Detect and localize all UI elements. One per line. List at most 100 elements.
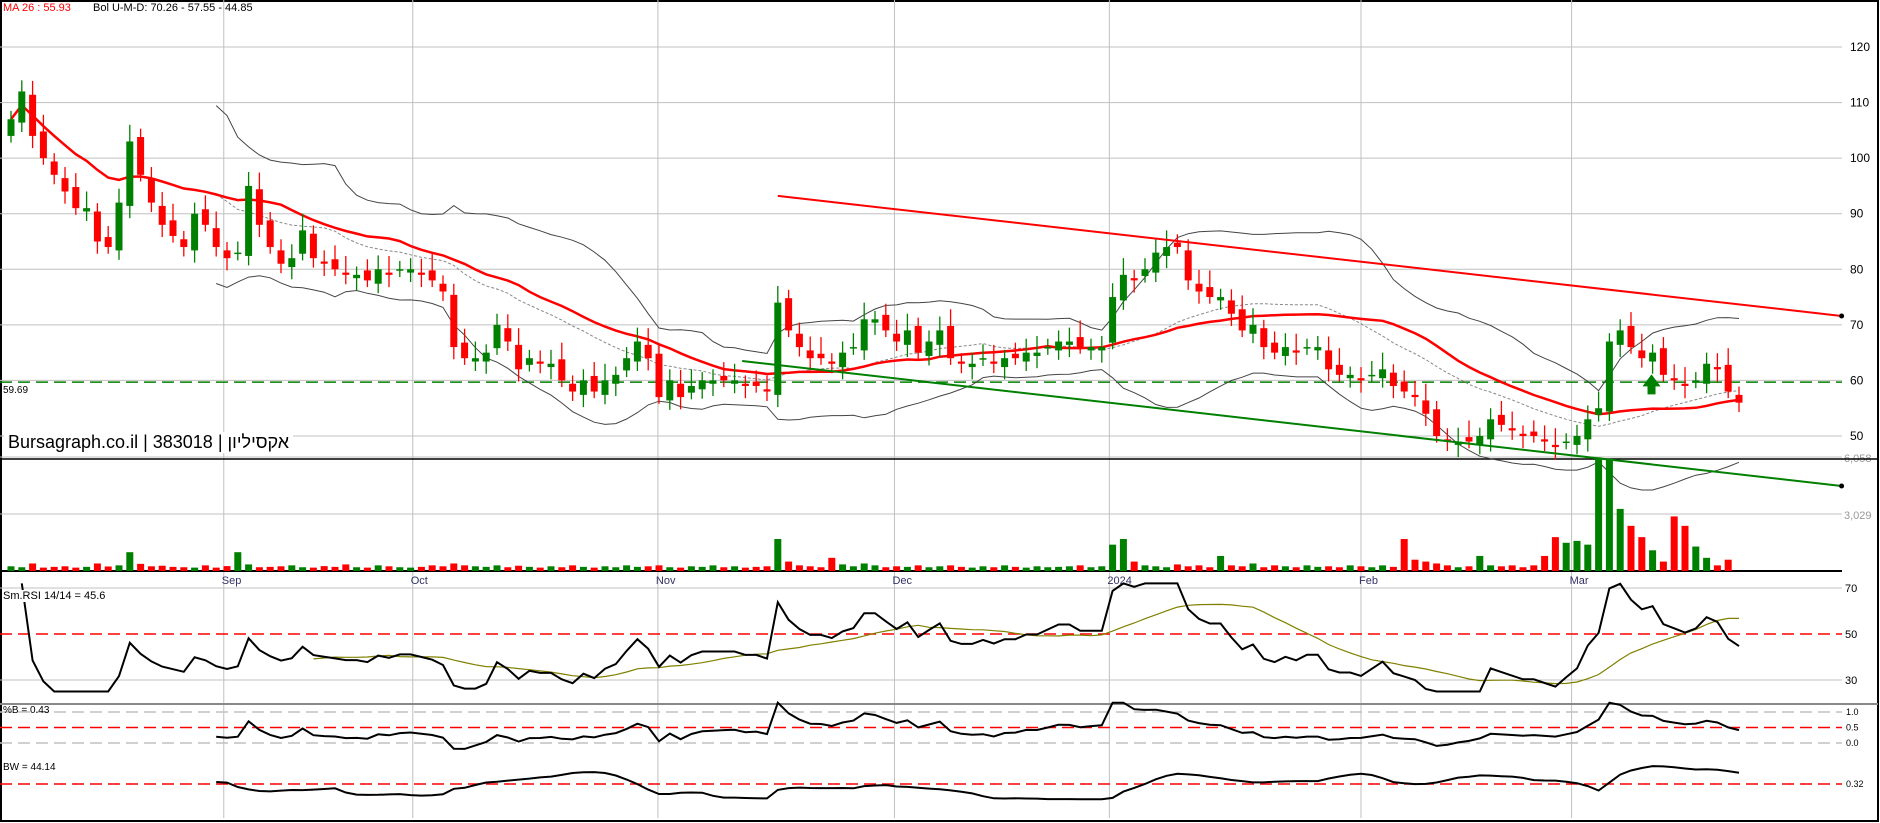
candle-body — [882, 314, 890, 331]
candle-body — [1724, 364, 1732, 392]
volume-bar — [1724, 559, 1732, 571]
volume-bar — [1303, 565, 1311, 571]
candle-body — [1152, 252, 1160, 273]
candle-body — [255, 189, 263, 225]
volume-bar — [536, 567, 544, 571]
candle-body — [1217, 297, 1225, 301]
candle-body — [1530, 431, 1538, 436]
percent-b-tick-label: 1.0 — [1846, 707, 1859, 717]
volume-bar — [979, 566, 987, 571]
candle-body — [1033, 352, 1041, 356]
trendline-anchor — [1839, 483, 1845, 489]
candle-body — [1109, 297, 1117, 343]
volume-bar — [644, 566, 652, 571]
candle-body — [558, 359, 566, 381]
volume-bar — [1206, 567, 1214, 571]
candle-body — [374, 269, 382, 284]
volume-bar — [245, 564, 253, 571]
candle-body — [1735, 394, 1743, 403]
candle-body — [1379, 369, 1387, 379]
candle-body — [698, 380, 706, 390]
candle-body — [806, 350, 814, 359]
volume-bar — [1605, 459, 1613, 571]
candle-body — [817, 353, 825, 359]
volume-bar — [18, 567, 26, 571]
candle-body — [288, 258, 296, 268]
candle-body — [741, 383, 749, 386]
candle-body — [1011, 353, 1019, 359]
candle-body — [1400, 381, 1408, 392]
candle-body — [1346, 374, 1354, 379]
volume-bar — [320, 566, 328, 571]
volume-bar — [633, 566, 641, 571]
candle-body — [1692, 380, 1700, 382]
candle-body — [1605, 341, 1613, 412]
candle-body — [396, 269, 404, 271]
volume-bar — [396, 567, 404, 571]
volume-bar — [1638, 537, 1646, 571]
volume-bar — [1130, 561, 1138, 571]
volume-bar — [277, 566, 285, 571]
percent-b-tick-label: 0.5 — [1846, 723, 1859, 733]
candle-body — [731, 380, 739, 384]
volume-bar — [299, 567, 307, 571]
candle-body — [169, 220, 177, 236]
month-label: Sep — [222, 575, 242, 587]
volume-bar — [677, 567, 685, 571]
candle-body — [191, 213, 199, 251]
volume-bar — [968, 567, 976, 571]
price-tick-label: 60 — [1850, 373, 1864, 387]
candle-body — [1584, 419, 1592, 440]
volume-bar — [61, 566, 69, 571]
bollinger-upper-band — [215, 105, 1740, 392]
candle-body — [1616, 330, 1624, 345]
candle-body — [1487, 419, 1495, 440]
volume-bar — [558, 567, 566, 571]
candle-body — [579, 380, 587, 395]
volume-bar — [482, 566, 490, 571]
volume-bar — [50, 566, 58, 571]
volume-bar — [309, 567, 317, 571]
volume-bar — [1476, 555, 1484, 571]
volume-bar — [817, 567, 825, 571]
volume-bar — [860, 563, 868, 571]
candle-body — [1325, 350, 1333, 370]
volume-bar — [1627, 525, 1635, 571]
candle-body — [936, 330, 944, 345]
price-tick-label: 120 — [1850, 40, 1870, 54]
volume-bar — [39, 567, 47, 571]
volume-bar — [525, 566, 533, 571]
volume-bar — [147, 566, 155, 571]
volume-bar — [137, 563, 145, 571]
candle-body — [893, 333, 901, 342]
volume-bar — [1238, 566, 1246, 571]
volume-bar — [1335, 567, 1343, 571]
volume-bar — [839, 564, 847, 571]
volume-bar — [72, 567, 80, 571]
candle-body — [1163, 247, 1171, 256]
candle-body — [903, 330, 911, 345]
candle-body — [1249, 324, 1257, 334]
volume-bar — [1692, 546, 1700, 571]
candle-body — [633, 341, 641, 362]
candle-body — [709, 380, 717, 384]
candle-body — [72, 187, 80, 209]
candle-body — [482, 352, 490, 362]
candle-body — [644, 344, 652, 359]
volume-bar — [903, 566, 911, 571]
volume-bar — [288, 565, 296, 571]
candle-body — [83, 208, 91, 212]
candle-body — [1227, 300, 1235, 314]
volume-bar — [1227, 565, 1235, 571]
volume-bar — [1497, 566, 1505, 571]
volume-bar — [1584, 544, 1592, 571]
candle-body — [428, 270, 436, 281]
volume-bar — [1314, 566, 1322, 571]
volume-bar — [266, 566, 274, 571]
candle-body — [1519, 433, 1527, 436]
candle-body — [1562, 441, 1570, 444]
volume-bar — [1551, 537, 1559, 571]
candle-body — [439, 283, 447, 292]
volume-bar — [547, 566, 555, 571]
candle-body — [1292, 350, 1300, 353]
